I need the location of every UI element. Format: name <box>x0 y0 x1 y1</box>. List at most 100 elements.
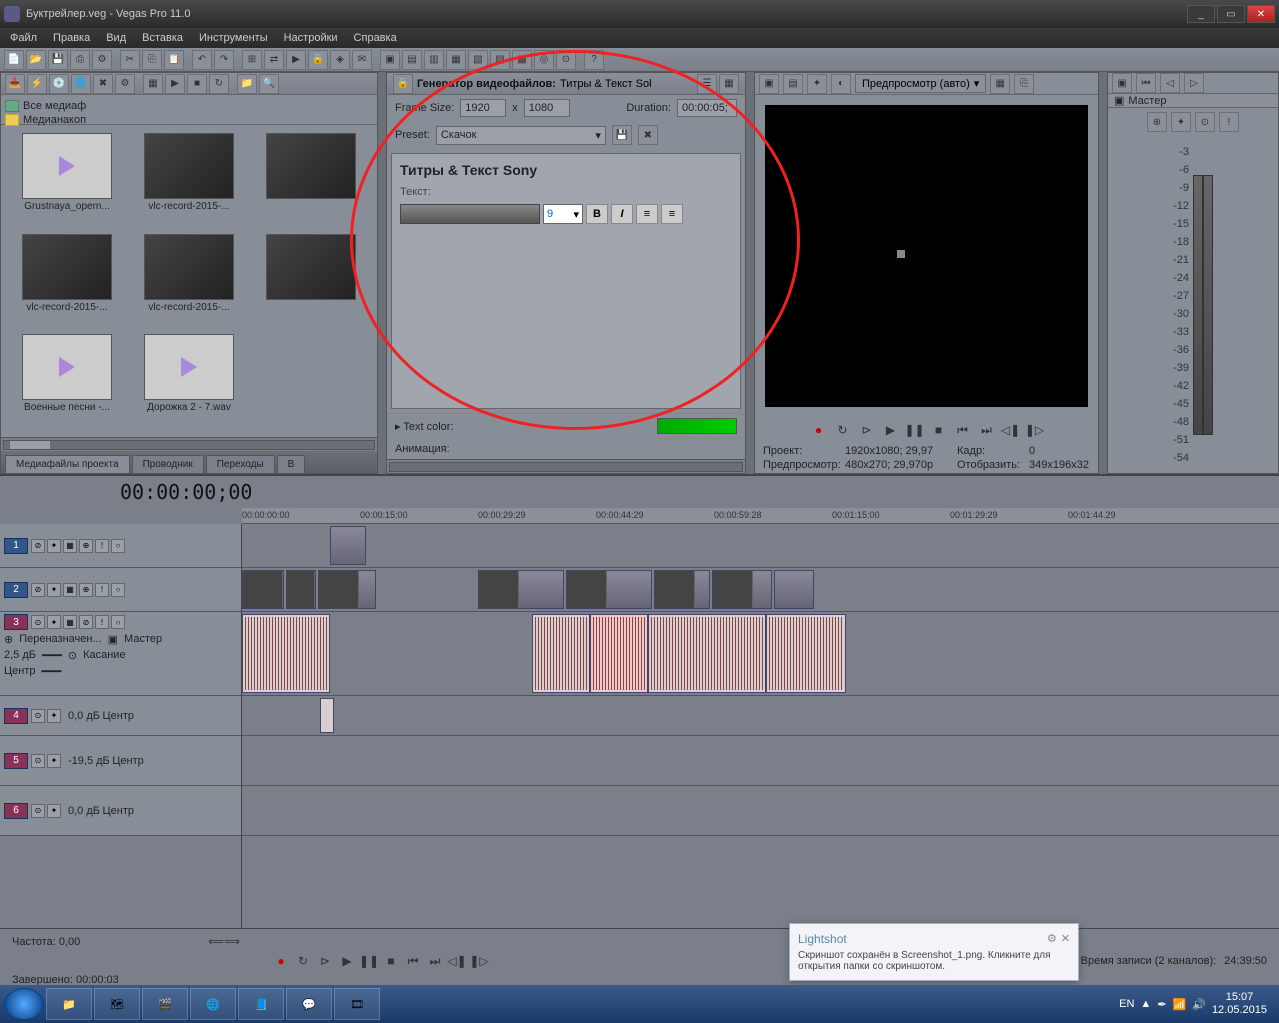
paste-icon[interactable]: 📋 <box>164 50 184 70</box>
loop-button[interactable]: ↻ <box>834 421 852 439</box>
media-cd-icon[interactable]: 💿 <box>49 74 69 94</box>
frame-height-input[interactable]: 1080 <box>524 99 570 117</box>
envelope-icon[interactable]: ✉ <box>352 50 372 70</box>
preview-video[interactable] <box>765 105 1088 407</box>
text-input-area[interactable] <box>400 230 732 360</box>
menu-help[interactable]: Справка <box>348 30 403 46</box>
splitter[interactable] <box>378 72 386 474</box>
gen-grid-icon[interactable]: ▦ <box>719 74 739 94</box>
media-import-icon[interactable]: 📥 <box>5 74 25 94</box>
menu-insert[interactable]: Вставка <box>136 30 189 46</box>
gen-lock-icon[interactable]: 🔒 <box>393 74 413 94</box>
lock-icon[interactable]: 🔒 <box>308 50 328 70</box>
master-auto-icon[interactable]: ⊙ <box>1195 112 1215 132</box>
master-fx2-icon[interactable]: ✦ <box>1171 112 1191 132</box>
track-compose-icon[interactable]: ⊕ <box>79 583 93 597</box>
track-invert-icon[interactable]: ⊘ <box>79 615 93 629</box>
go-end-button[interactable]: ⏭ <box>978 421 996 439</box>
task-vegas[interactable]: 🎞 <box>334 988 380 1020</box>
track-fx-icon[interactable]: ✦ <box>47 615 61 629</box>
media-thumb[interactable] <box>253 133 369 228</box>
tab-explorer[interactable]: Проводник <box>132 455 204 473</box>
tool4-icon[interactable]: ▦ <box>446 50 466 70</box>
close-button[interactable]: ✕ <box>1247 5 1275 23</box>
master-mute-icon[interactable]: ⏮ <box>1136 73 1156 93</box>
master-fx-icon[interactable]: ▷ <box>1184 73 1204 93</box>
preview-mask-icon[interactable]: ◐ <box>831 74 851 94</box>
maximize-button[interactable]: ▭ <box>1217 5 1245 23</box>
track-rec-icon[interactable]: ⊙ <box>31 754 45 768</box>
media-search-icon[interactable]: 🔍 <box>259 74 279 94</box>
next-frame-button[interactable]: ❚▷ <box>1026 421 1044 439</box>
audio-clip[interactable] <box>242 614 330 693</box>
track-fx-icon[interactable]: ✦ <box>47 539 61 553</box>
media-remove-icon[interactable]: ✖ <box>93 74 113 94</box>
menu-file[interactable]: Файл <box>4 30 43 46</box>
tool7-icon[interactable]: ▩ <box>512 50 532 70</box>
track-bypass-icon[interactable]: ⊘ <box>31 539 45 553</box>
video-clip[interactable] <box>654 570 710 609</box>
track-header-6[interactable]: 6 ⊙✦ 0,0 дБ Центр <box>0 786 241 836</box>
media-thumb[interactable]: vlc-record-2015-... <box>131 133 247 228</box>
master-insert-icon[interactable]: ⊕ <box>1147 112 1167 132</box>
track-auto-icon[interactable]: ▦ <box>63 539 77 553</box>
track-solo-icon[interactable]: ○ <box>111 615 125 629</box>
task-app1[interactable]: 🎬 <box>142 988 188 1020</box>
splitter[interactable] <box>1099 72 1107 474</box>
task-word[interactable]: 📘 <box>238 988 284 1020</box>
stop-button[interactable]: ■ <box>930 421 948 439</box>
go-start-button[interactable]: ⏮ <box>954 421 972 439</box>
tool8-icon[interactable]: ◎ <box>534 50 554 70</box>
prev-frame-button[interactable]: ◁❚ <box>1002 421 1020 439</box>
preset-dropdown[interactable]: Скачок▾ <box>436 126 606 145</box>
menu-tools[interactable]: Инструменты <box>193 30 274 46</box>
preview-quality-dropdown[interactable]: Предпросмотр (авто)▾ <box>855 74 986 93</box>
media-view-icon[interactable]: ▦ <box>143 74 163 94</box>
track-lane-1[interactable] <box>242 524 1279 568</box>
master-dim-icon[interactable]: ◁ <box>1160 73 1180 93</box>
track-rec-icon[interactable]: ⊙ <box>31 615 45 629</box>
marker-icon[interactable]: ◈ <box>330 50 350 70</box>
audio-clip[interactable] <box>532 614 590 693</box>
track-compose-icon[interactable]: ⊕ <box>79 539 93 553</box>
play-button[interactable]: ▶ <box>338 952 356 970</box>
tray-volume-icon[interactable]: 🔊 <box>1192 998 1206 1011</box>
loop-button[interactable]: ↻ <box>294 952 312 970</box>
tab-more[interactable]: В <box>277 455 306 473</box>
media-web-icon[interactable]: 🌐 <box>71 74 91 94</box>
track-rec-icon[interactable]: ⊙ <box>31 804 45 818</box>
audio-clip[interactable] <box>766 614 846 693</box>
audio-clip[interactable] <box>320 698 334 733</box>
play-start-button[interactable]: ⊳ <box>858 421 876 439</box>
track-header-3[interactable]: 3 ⊙✦▦⊘!○ ⊕Переназначен...▣Мастер 2,5 дБ━… <box>0 612 241 696</box>
tray-lang[interactable]: EN <box>1119 998 1134 1010</box>
tray-flag-icon[interactable]: ▲ <box>1140 998 1151 1010</box>
tab-transitions[interactable]: Переходы <box>206 455 275 473</box>
tool3-icon[interactable]: ▥ <box>424 50 444 70</box>
new-icon[interactable]: 📄 <box>4 50 24 70</box>
redo-icon[interactable]: ↷ <box>214 50 234 70</box>
track-rec-icon[interactable]: ⊙ <box>31 709 45 723</box>
media-thumb[interactable]: Grustnaya_opern... <box>9 133 125 228</box>
track-lane-6[interactable] <box>242 786 1279 836</box>
media-bin-icon[interactable]: 📁 <box>237 74 257 94</box>
tab-project-media[interactable]: Медиафайлы проекта <box>5 455 130 473</box>
media-capture-icon[interactable]: ⚡ <box>27 74 47 94</box>
menu-edit[interactable]: Правка <box>47 30 96 46</box>
bold-button[interactable]: B <box>586 204 608 224</box>
video-clip[interactable] <box>478 570 564 609</box>
preset-save-icon[interactable]: 💾 <box>612 125 632 145</box>
tool9-icon[interactable]: ⊙ <box>556 50 576 70</box>
audio-clip[interactable] <box>590 614 648 693</box>
tool1-icon[interactable]: ▣ <box>380 50 400 70</box>
tray-network-icon[interactable]: 📶 <box>1173 998 1187 1011</box>
media-thumb[interactable]: vlc-record-2015-... <box>9 234 125 329</box>
menu-view[interactable]: Вид <box>100 30 132 46</box>
tool5-icon[interactable]: ▧ <box>468 50 488 70</box>
video-clip[interactable] <box>242 570 284 609</box>
lightshot-settings-icon[interactable]: ⚙ <box>1047 932 1057 950</box>
timeline-timecode[interactable]: 00:00:00;00 <box>120 480 252 504</box>
duration-input[interactable]: 00:00:05; <box>677 99 737 117</box>
align-left-icon[interactable]: ≡ <box>636 204 658 224</box>
tool6-icon[interactable]: ▨ <box>490 50 510 70</box>
